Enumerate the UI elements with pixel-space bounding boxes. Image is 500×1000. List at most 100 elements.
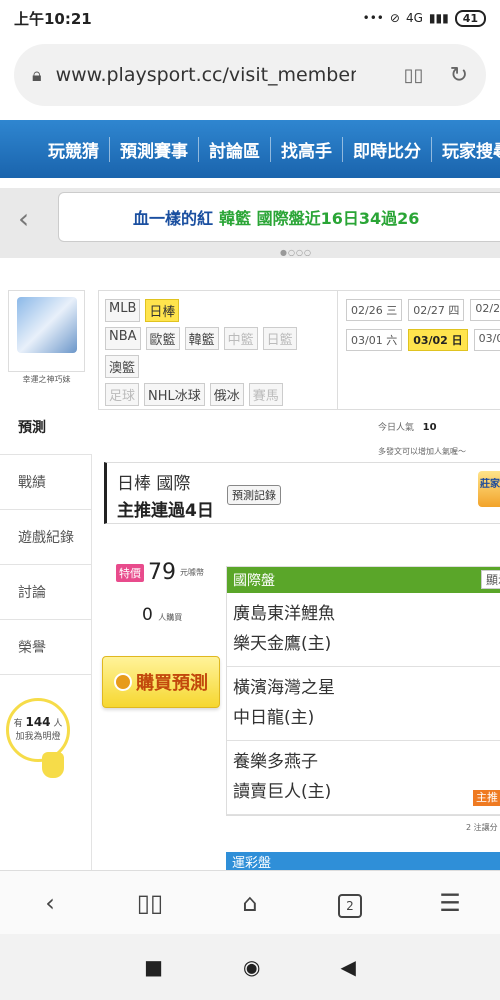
menu-item-predict[interactable]: 預測: [0, 400, 92, 455]
team-home: 讀賣巨人(主): [233, 782, 332, 802]
date-tab[interactable]: 03/0: [473, 329, 500, 351]
recent-apps-icon[interactable]: ■: [144, 955, 163, 979]
table-row: 橫濱海灣之星 中日龍(主) 尹: [227, 667, 500, 741]
sport-filter: MLB 日棒 NBA 歐籃 韓籃 中籃 日籃 澳籃 足球 NHL冰球 俄冰 賽馬: [98, 290, 338, 410]
match-table: 國際盤 顯示 廣島東洋鯉魚 樂天金鷹(主) 尹 橫濱海灣之星 中日龍(主) 尹 …: [226, 566, 500, 816]
menu-item-honor[interactable]: 榮譽: [0, 620, 92, 675]
sport-tag-khl[interactable]: 俄冰: [209, 383, 244, 406]
buy-label: 購買預測: [136, 673, 208, 694]
date-picker: 02/26 三 02/27 四 02/2 03/01 六 03/02 日 03/…: [338, 290, 500, 410]
sport-tag-euro-basketball[interactable]: 歐籃: [145, 327, 180, 350]
nav-item[interactable]: 玩競猜: [0, 136, 110, 162]
reader-icon[interactable]: ▯▯: [404, 65, 424, 86]
signal-icon: ▮▮▮: [428, 11, 449, 25]
fans-count: 144: [25, 715, 51, 729]
streak-league: 日棒 國際: [117, 474, 191, 494]
tab-count: 2: [338, 893, 362, 918]
marquee-banner: ‹ 血一樣的紅 韓籃 國際盤近16日34過26 ●○○○: [0, 188, 500, 258]
fans-label: 加我為明燈: [15, 732, 61, 742]
home-button-icon[interactable]: ◉: [243, 955, 260, 979]
tabs-button[interactable]: 2: [325, 888, 375, 918]
home-icon[interactable]: ⌂: [225, 889, 275, 917]
marquee-title: 血一樣的紅: [133, 209, 214, 228]
lottery-table-header: 運彩盤: [226, 852, 500, 872]
avatar-image: [16, 297, 77, 353]
username: 幸運之神巧妹: [22, 375, 71, 384]
signal-label: 4G: [405, 11, 423, 25]
sport-tag-nba[interactable]: NBA: [105, 327, 141, 350]
popularity-hint: 多發文可以增加人氣喔～: [378, 447, 466, 456]
nav-item[interactable]: 找高手: [271, 136, 343, 162]
browser-toolbar: ‹ ▯▯ ⌂ 2 ☰: [0, 870, 500, 934]
sport-tag-nhl[interactable]: NHL冰球: [144, 383, 205, 406]
nav-item[interactable]: 玩家搜尋: [432, 137, 500, 162]
clock: 上午10:21: [14, 9, 92, 28]
date-tab[interactable]: 02/26 三: [346, 299, 403, 321]
nav-item[interactable]: 即時比分: [343, 136, 432, 162]
streak-title: 主推連過4日: [117, 501, 214, 521]
sport-tag-mlb[interactable]: MLB: [105, 299, 141, 322]
price-box: 特價 79 元噱幣 0 人購買: [104, 560, 219, 625]
more-icon: •••: [362, 11, 384, 25]
date-tab[interactable]: 03/01 六: [346, 329, 403, 351]
popularity-value: 10: [422, 422, 437, 433]
buy-prediction-button[interactable]: 購買預測: [102, 656, 220, 708]
main-pick-badge: 主推: [473, 790, 500, 806]
sport-tag-cba: 中籃: [223, 327, 258, 350]
table-row: 廣島東洋鯉魚 樂天金鷹(主) 尹: [227, 593, 500, 667]
sport-tag-jp-basketball: 日籃: [262, 327, 297, 350]
back-icon[interactable]: ‹: [25, 889, 75, 917]
special-price-badge: 特價: [116, 563, 144, 582]
buyer-unit: 人購買: [158, 613, 183, 622]
show-button[interactable]: 顯示: [480, 570, 500, 589]
date-tab[interactable]: 02/2: [470, 299, 500, 321]
popularity-label: 今日人氣: [378, 423, 415, 433]
back-button-icon[interactable]: ◀: [340, 955, 355, 979]
fans-prefix: 有: [13, 719, 23, 729]
table-note: 2 注讓分: [466, 823, 498, 832]
prediction-record-button[interactable]: 預測記錄: [227, 485, 281, 505]
team-away: 養樂多燕子: [233, 752, 318, 772]
sport-tag-soccer: 足球: [105, 383, 140, 406]
bookmaker-badge: 莊家: [478, 471, 500, 507]
pager-dots: ●○○○: [280, 248, 312, 257]
menu-item-discuss[interactable]: 討論: [0, 565, 92, 620]
sport-tag-nbl[interactable]: 澳籃: [105, 355, 140, 378]
main-nav: 玩競猜 預測賽事 討論區 找高手 即時比分 玩家搜尋: [0, 120, 500, 178]
menu-item-game-log[interactable]: 遊戲紀錄: [0, 510, 92, 565]
marquee-text: 韓籃 國際盤近16日34過26: [219, 209, 420, 228]
system-nav: ■ ◉ ◀: [0, 934, 500, 1000]
team-away: 廣島東洋鯉魚: [233, 604, 335, 624]
table-title: 國際盤: [233, 573, 275, 589]
profile-menu: 預測 戰績 遊戲紀錄 討論 榮譽: [0, 400, 92, 675]
fans-suffix: 人: [53, 719, 63, 729]
buyer-count: 0: [142, 605, 153, 625]
popularity: 今日人氣 10: [378, 420, 437, 433]
date-tab-selected[interactable]: 03/02 日: [408, 329, 468, 351]
team-away: 橫濱海灣之星: [233, 678, 335, 698]
chevron-left-icon[interactable]: ‹: [18, 202, 29, 235]
sport-tag-npb[interactable]: 日棒: [145, 299, 180, 322]
nav-item[interactable]: 預測賽事: [110, 136, 199, 162]
avatar: [8, 290, 85, 372]
lock-icon: 🔒︎: [32, 64, 42, 86]
refresh-icon[interactable]: ↻: [450, 63, 468, 88]
nav-item[interactable]: 討論區: [199, 136, 271, 162]
battery-icon: 41: [454, 9, 486, 27]
team-home: 樂天金鷹(主): [233, 634, 332, 654]
menu-icon[interactable]: ☰: [425, 889, 475, 917]
status-bar: 上午10:21 ••• ⊘ 4G ▮▮▮ 41: [0, 0, 500, 36]
menu-item-record[interactable]: 戰績: [0, 455, 92, 510]
bookmarks-icon[interactable]: ▯▯: [125, 889, 175, 917]
bulb-icon: [42, 752, 64, 778]
sport-tag-kbl[interactable]: 韓籃: [184, 327, 219, 350]
mute-icon: ⊘: [389, 11, 400, 25]
price-amount: 79: [148, 560, 176, 585]
team-home: 中日龍(主): [233, 708, 315, 728]
date-tab[interactable]: 02/27 四: [408, 299, 465, 321]
marquee-box[interactable]: 血一樣的紅 韓籃 國際盤近16日34過26: [58, 192, 500, 242]
price-unit: 元噱幣: [180, 568, 204, 577]
address-bar[interactable]: 🔒︎ www.playsport.cc/visit_member.p ▯▯ ↻: [14, 44, 486, 106]
url-text[interactable]: www.playsport.cc/visit_member.p: [56, 64, 356, 86]
table-header: 國際盤 顯示: [227, 567, 500, 593]
